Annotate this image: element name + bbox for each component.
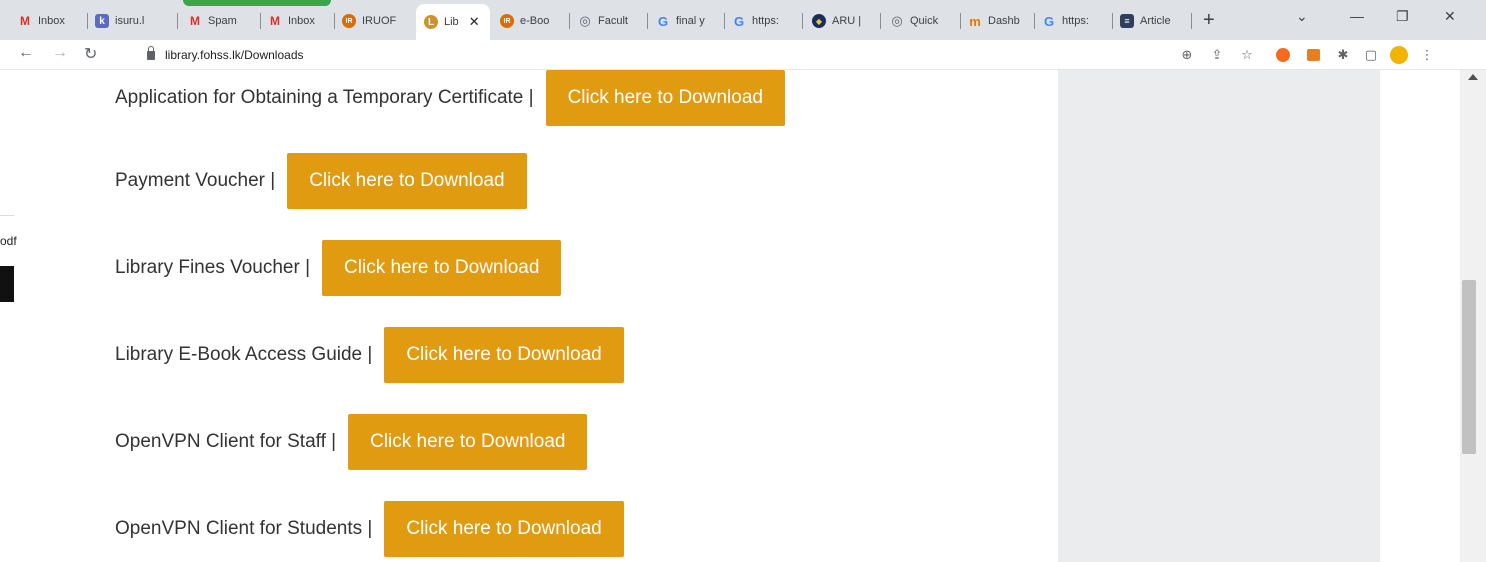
url-text: library.fohss.lk/Downloads [165, 48, 304, 62]
side-panel-icon[interactable]: ▢ [1362, 46, 1380, 64]
download-button[interactable]: Click here to Download [287, 153, 527, 209]
lock-icon [147, 45, 155, 60]
tab-quick[interactable]: ◎ Quick [890, 8, 956, 34]
gmail-icon: M [270, 14, 280, 28]
tab-inbox-2[interactable]: M Inbox [268, 8, 330, 34]
tab-label: final y [676, 15, 705, 27]
side-overlay-text: odf [0, 234, 17, 248]
download-row: Application for Obtaining a Temporary Ce… [115, 70, 785, 126]
k-icon: k [95, 14, 109, 28]
extension-bag-icon[interactable] [1304, 46, 1322, 64]
tab-iruof[interactable]: IR IRUOF [342, 8, 412, 34]
globe-icon: ◎ [891, 13, 903, 28]
download-row: Library Fines Voucher | Click here to Do… [115, 240, 562, 296]
tab-isuru[interactable]: k isuru.l [95, 8, 167, 34]
download-button[interactable]: Click here to Download [384, 327, 624, 383]
tab-inbox-1[interactable]: M Inbox [18, 8, 80, 34]
scroll-thumb[interactable] [1462, 280, 1476, 454]
profile-avatar[interactable] [1390, 46, 1408, 64]
tab-library-active[interactable]: L Lib ✕ [416, 4, 490, 40]
tab-label: Spam [208, 15, 237, 27]
google-icon: G [1043, 13, 1055, 29]
gmail-icon: M [190, 14, 200, 28]
restore-button[interactable]: ❐ [1396, 8, 1409, 25]
tab-label: Facult [598, 15, 628, 27]
browser-toolbar: ← → ↻ library.fohss.lk/Downloads ⊕ ⇪ ☆ ✱… [0, 40, 1486, 70]
tab-aru[interactable]: ◆ ARU | [812, 8, 874, 34]
back-icon[interactable]: ← [18, 44, 34, 62]
tab-label: Lib [444, 16, 459, 28]
tab-group-indicator [183, 0, 331, 6]
tab-label: https: [752, 15, 779, 27]
tab-final[interactable]: G final y [656, 8, 720, 34]
download-item-label: Payment Voucher | [115, 170, 276, 191]
tab-label: Quick [910, 15, 939, 27]
side-divider [0, 215, 14, 216]
download-row: OpenVPN Client for Students | Click here… [115, 501, 624, 557]
tab-label: ARU | [832, 15, 862, 27]
download-item-label: OpenVPN Client for Students | [115, 518, 373, 539]
tab-label: IRUOF [362, 15, 397, 27]
google-icon: G [657, 13, 669, 29]
address-bar[interactable]: library.fohss.lk/Downloads [140, 44, 1160, 66]
aru-icon: ◆ [812, 14, 826, 28]
tab-strip: M Inbox k isuru.l M Spam M Inbox IR IRUO… [0, 0, 1486, 40]
zoom-icon[interactable]: ⊕ [1178, 46, 1196, 64]
page-scrollbar[interactable] [1460, 70, 1486, 562]
close-tab-icon[interactable]: ✕ [469, 14, 480, 30]
download-row: Payment Voucher | Click here to Download [115, 153, 527, 209]
reload-icon[interactable]: ↻ [84, 44, 97, 64]
library-icon: L [424, 15, 438, 29]
tab-spam[interactable]: M Spam [188, 8, 254, 34]
tab-eboo[interactable]: IR e-Boo [500, 8, 564, 34]
extension-orange-icon[interactable] [1274, 46, 1292, 64]
tab-https-1[interactable]: G https: [732, 8, 798, 34]
extensions-puzzle-icon[interactable]: ✱ [1334, 46, 1352, 64]
forward-icon[interactable]: → [52, 44, 68, 62]
tab-label: https: [1062, 15, 1089, 27]
tab-label: Dashb [988, 15, 1020, 27]
tab-label: Inbox [288, 15, 315, 27]
page-content: odf Application for Obtaining a Temporar… [0, 70, 1486, 562]
download-button[interactable]: Click here to Download [384, 501, 624, 557]
ir-icon: IR [500, 14, 514, 28]
minimize-button[interactable]: — [1350, 8, 1364, 24]
share-icon[interactable]: ⇪ [1208, 46, 1226, 64]
download-item-label: OpenVPN Client for Staff | [115, 431, 337, 452]
tab-facult[interactable]: ◎ Facult [578, 8, 644, 34]
download-item-label: Library Fines Voucher | [115, 257, 311, 278]
download-button[interactable]: Click here to Download [348, 414, 588, 470]
side-overlay-block [0, 266, 14, 302]
tab-label: e-Boo [520, 15, 550, 27]
tab-dashb[interactable]: m Dashb [968, 8, 1030, 34]
bookmark-star-icon[interactable]: ☆ [1238, 46, 1256, 64]
tab-search-icon[interactable]: ⌄ [1296, 8, 1308, 25]
right-sidebar-panel [1058, 70, 1380, 562]
menu-kebab-icon[interactable]: ⋮ [1418, 46, 1436, 64]
download-button[interactable]: Click here to Download [545, 70, 785, 126]
close-window-button[interactable]: ✕ [1444, 8, 1456, 25]
download-item-label: Library E-Book Access Guide | [115, 344, 373, 365]
article-icon: ≡ [1120, 14, 1134, 28]
new-tab-button[interactable]: + [1203, 9, 1215, 32]
globe-icon: ◎ [579, 13, 591, 28]
tab-https-2[interactable]: G https: [1042, 8, 1108, 34]
m-icon: m [969, 13, 981, 29]
download-row: OpenVPN Client for Staff | Click here to… [115, 414, 588, 470]
scroll-up-arrow[interactable] [1468, 74, 1478, 80]
tab-label: Article [1140, 15, 1171, 27]
download-button[interactable]: Click here to Download [322, 240, 562, 296]
ir-icon: IR [342, 14, 356, 28]
tab-label: isuru.l [115, 15, 145, 27]
gmail-icon: M [20, 14, 30, 28]
tab-article[interactable]: ≡ Article [1120, 8, 1188, 34]
download-row: Library E-Book Access Guide | Click here… [115, 327, 624, 383]
download-item-label: Application for Obtaining a Temporary Ce… [115, 87, 534, 108]
google-icon: G [733, 13, 745, 29]
tab-label: Inbox [38, 15, 65, 27]
